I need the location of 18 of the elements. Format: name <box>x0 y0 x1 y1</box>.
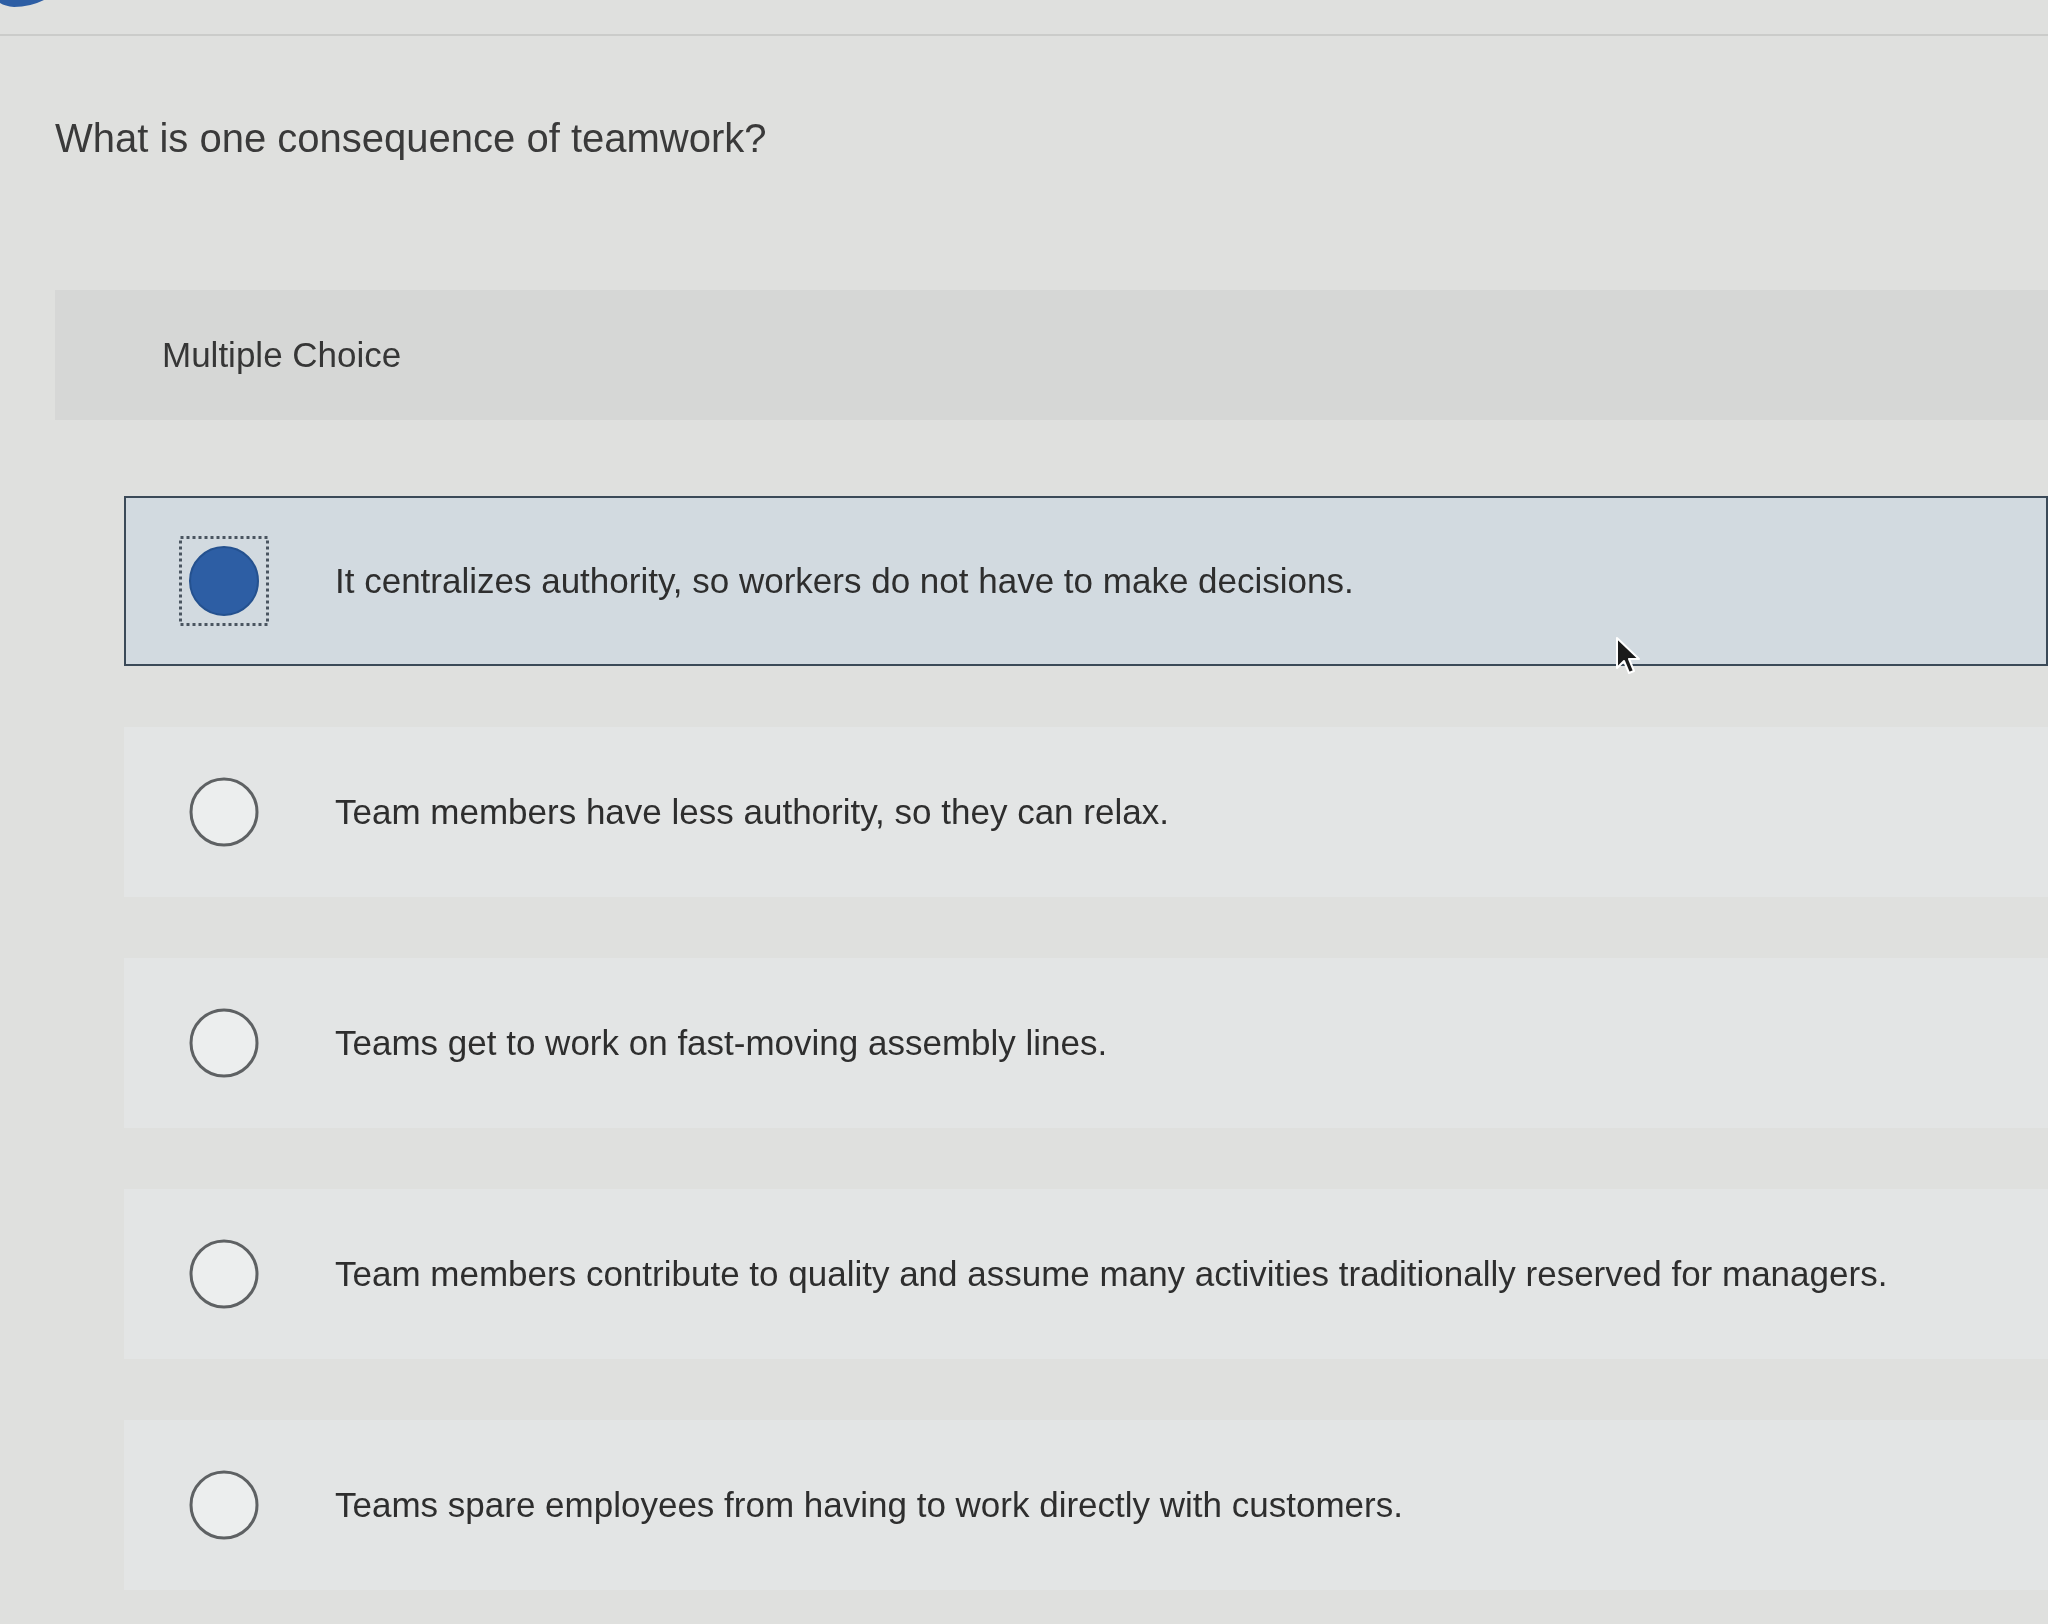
option-text: It centralizes authority, so workers do not have to make decisions. <box>335 560 1354 602</box>
answer-option[interactable]: Team members have less authority, so they can relax. <box>124 727 2048 897</box>
option-text: Teams spare employees from having to work directly with customers. <box>335 1484 1403 1526</box>
answer-option[interactable]: Team members contribute to quality and assume many activities traditionally reserved for managers. <box>124 1189 2048 1359</box>
answer-option[interactable]: Teams get to work on fast-moving assembly lines. <box>124 958 2048 1128</box>
answer-option[interactable]: It centralizes authority, so workers do not have to make decisions. <box>124 496 2048 666</box>
answer-option[interactable]: Teams spare employees from having to work directly with customers. <box>124 1420 2048 1590</box>
option-text: Team members contribute to quality and assume many activities traditionally reserved for managers. <box>335 1253 1888 1295</box>
mouse-pointer-icon <box>1615 636 1641 676</box>
radio-button[interactable] <box>189 1239 259 1309</box>
option-text: Teams get to work on fast-moving assembly lines. <box>335 1022 1108 1064</box>
question-text: What is one consequence of teamwork? <box>55 115 767 162</box>
option-text: Team members have less authority, so they can relax. <box>335 791 1169 833</box>
radio-button[interactable] <box>189 1008 259 1078</box>
radio-button[interactable] <box>189 1470 259 1540</box>
radio-button[interactable] <box>189 777 259 847</box>
radio-button[interactable] <box>179 536 269 626</box>
question-type-label: Multiple Choice <box>162 334 402 376</box>
